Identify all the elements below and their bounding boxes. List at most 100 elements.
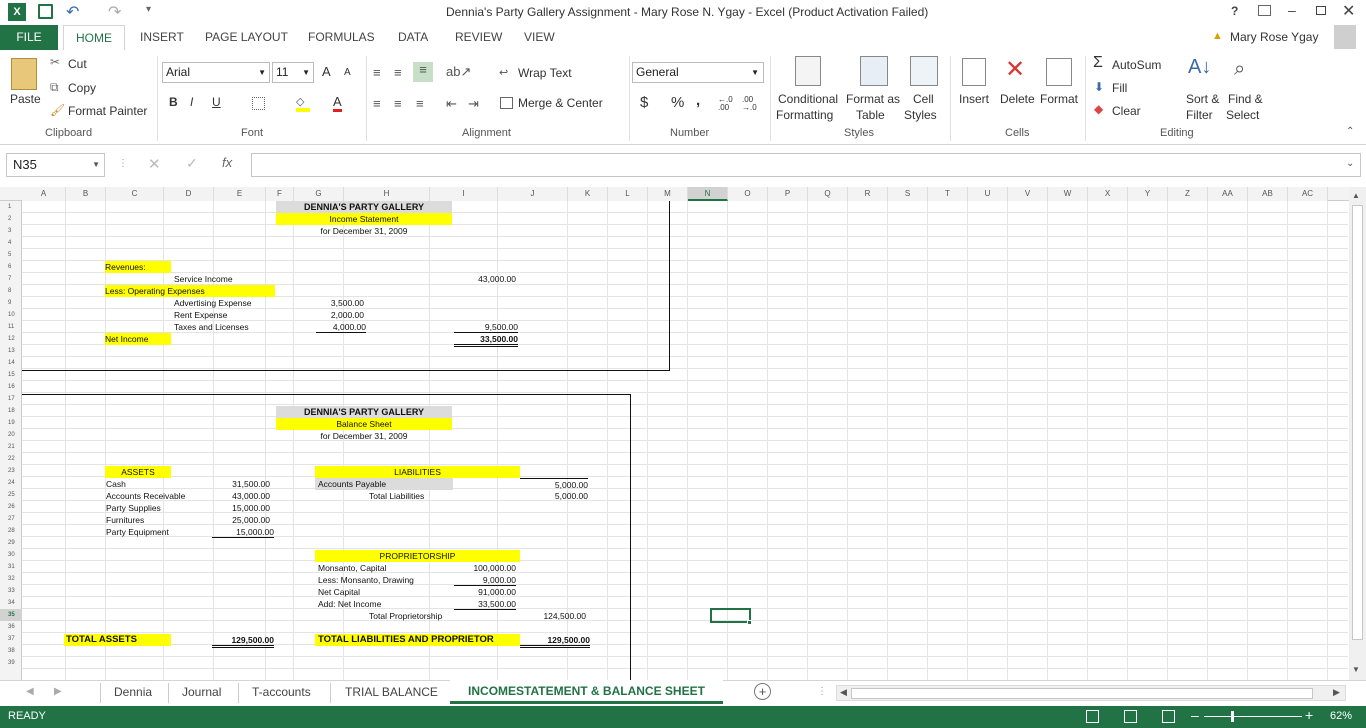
zoom-slider[interactable] bbox=[1204, 716, 1302, 717]
row-header-39[interactable]: 39 bbox=[0, 657, 22, 669]
add-net-income-label[interactable]: Add: Net Income bbox=[318, 598, 381, 610]
normal-view-icon[interactable] bbox=[1086, 710, 1099, 723]
row-header-37[interactable]: 37 bbox=[0, 633, 22, 645]
row-header-9[interactable]: 9 bbox=[0, 297, 22, 309]
income-title[interactable]: Income Statement bbox=[276, 213, 452, 225]
row-header-20[interactable]: 20 bbox=[0, 429, 22, 441]
equipment-amount[interactable]: 15,000.00 bbox=[212, 526, 274, 538]
insert-cells-button[interactable]: Insert bbox=[959, 92, 989, 106]
income-company[interactable]: DENNIA'S PARTY GALLERY bbox=[276, 201, 452, 213]
add-net-income-amount[interactable]: 33,500.00 bbox=[454, 598, 516, 610]
row-header-17[interactable]: 17 bbox=[0, 393, 22, 405]
delete-cells-icon[interactable]: ✕ bbox=[1005, 55, 1025, 84]
service-income-label[interactable]: Service Income bbox=[174, 273, 233, 285]
row-header-5[interactable]: 5 bbox=[0, 249, 22, 261]
row-header-27[interactable]: 27 bbox=[0, 513, 22, 525]
capital-label[interactable]: Monsanto, Capital bbox=[318, 562, 387, 574]
align-center-icon[interactable]: ≡ bbox=[394, 96, 402, 111]
column-header-m[interactable]: M bbox=[648, 187, 688, 201]
sheet-tab-journal[interactable]: Journal bbox=[182, 685, 221, 699]
cash-label[interactable]: Cash bbox=[106, 478, 126, 490]
comma-button[interactable]: , bbox=[696, 92, 700, 109]
percent-button[interactable]: % bbox=[671, 94, 684, 111]
horizontal-scroll-thumb[interactable] bbox=[851, 688, 1313, 699]
page-layout-view-icon[interactable] bbox=[1124, 710, 1137, 723]
merge-center-icon[interactable] bbox=[500, 97, 513, 109]
increase-decimal-button[interactable]: ←.0 .00 bbox=[718, 96, 738, 112]
redo-icon[interactable]: ↷ bbox=[108, 2, 121, 22]
number-format-select[interactable]: General ▼ bbox=[632, 62, 764, 83]
save-icon[interactable] bbox=[38, 4, 53, 19]
balance-period[interactable]: for December 31, 2009 bbox=[276, 430, 452, 442]
row-header-21[interactable]: 21 bbox=[0, 441, 22, 453]
selected-cell[interactable] bbox=[710, 608, 751, 623]
delete-cells-button[interactable]: Delete bbox=[1000, 92, 1035, 106]
column-header-f[interactable]: F bbox=[266, 187, 294, 201]
user-name[interactable]: Mary Rose Ygay bbox=[1230, 30, 1318, 44]
scroll-thumb[interactable] bbox=[1352, 205, 1363, 640]
copy-button[interactable]: Copy bbox=[68, 81, 96, 95]
total-liab-prop-amount[interactable]: 129,500.00 bbox=[520, 634, 590, 648]
scroll-right-icon[interactable]: ▶ bbox=[1333, 687, 1340, 698]
sort-filter-icon[interactable]: A↓ bbox=[1188, 56, 1211, 79]
row-header-34[interactable]: 34 bbox=[0, 597, 22, 609]
less-opex-label[interactable]: Less: Operating Expenses bbox=[105, 285, 275, 297]
new-sheet-icon[interactable]: + bbox=[754, 683, 771, 700]
column-header-c[interactable]: C bbox=[106, 187, 164, 201]
advertising-label[interactable]: Advertising Expense bbox=[174, 297, 252, 309]
grow-font-button[interactable]: A bbox=[322, 64, 331, 79]
balance-company[interactable]: DENNIA'S PARTY GALLERY bbox=[276, 406, 452, 418]
column-header-r[interactable]: R bbox=[848, 187, 888, 201]
minimize-icon[interactable]: – bbox=[1288, 2, 1296, 18]
service-income-amount[interactable]: 43,000.00 bbox=[454, 273, 516, 285]
row-header-16[interactable]: 16 bbox=[0, 381, 22, 393]
column-header-p[interactable]: P bbox=[768, 187, 808, 201]
zoom-slider-thumb[interactable] bbox=[1231, 711, 1234, 722]
cell-styles-icon[interactable] bbox=[910, 56, 938, 86]
equipment-label[interactable]: Party Equipment bbox=[106, 526, 169, 538]
format-cells-icon[interactable] bbox=[1046, 58, 1072, 86]
scroll-up-icon[interactable]: ▲ bbox=[1352, 191, 1360, 200]
font-color-button[interactable]: A bbox=[333, 94, 342, 112]
row-header-33[interactable]: 33 bbox=[0, 585, 22, 597]
customize-qat-icon[interactable]: ▾ bbox=[146, 4, 151, 15]
fill-button[interactable]: Fill bbox=[1112, 81, 1127, 95]
cut-icon[interactable]: ✂ bbox=[50, 55, 60, 69]
font-name-select[interactable]: Arial ▼ bbox=[162, 62, 270, 83]
format-as-table-button[interactable]: Format as bbox=[846, 92, 900, 106]
column-header-v[interactable]: V bbox=[1008, 187, 1048, 201]
rent-label[interactable]: Rent Expense bbox=[174, 309, 227, 321]
cancel-entry-icon[interactable]: ✕ bbox=[148, 155, 161, 173]
row-header-29[interactable]: 29 bbox=[0, 537, 22, 549]
row-header-13[interactable]: 13 bbox=[0, 345, 22, 357]
scroll-down-icon[interactable]: ▼ bbox=[1352, 665, 1360, 674]
column-header-b[interactable]: B bbox=[66, 187, 106, 201]
restore-icon[interactable] bbox=[1316, 6, 1326, 15]
row-header-3[interactable]: 3 bbox=[0, 225, 22, 237]
row-header-22[interactable]: 22 bbox=[0, 453, 22, 465]
row-header-7[interactable]: 7 bbox=[0, 273, 22, 285]
net-capital-amount[interactable]: 91,000.00 bbox=[454, 586, 516, 598]
copy-icon[interactable]: ⧉ bbox=[50, 80, 59, 95]
column-header-k[interactable]: K bbox=[568, 187, 608, 201]
user-avatar[interactable] bbox=[1334, 25, 1356, 49]
column-header-g[interactable]: G bbox=[294, 187, 344, 201]
column-header-q[interactable]: Q bbox=[808, 187, 848, 201]
align-top-icon[interactable]: ≡ bbox=[373, 65, 381, 80]
supplies-label[interactable]: Party Supplies bbox=[106, 502, 161, 514]
insert-function-icon[interactable]: fx bbox=[222, 155, 232, 170]
autosum-button[interactable]: AutoSum bbox=[1112, 58, 1161, 72]
borders-icon[interactable] bbox=[252, 97, 265, 110]
supplies-amount[interactable]: 15,000.00 bbox=[214, 502, 270, 514]
column-header-o[interactable]: O bbox=[728, 187, 768, 201]
row-header-31[interactable]: 31 bbox=[0, 561, 22, 573]
total-assets-label[interactable]: TOTAL ASSETS bbox=[64, 634, 171, 646]
column-header-x[interactable]: X bbox=[1088, 187, 1128, 201]
name-box[interactable]: N35 ▼ bbox=[6, 153, 105, 177]
drawing-amount[interactable]: 9,000.00 bbox=[454, 574, 516, 586]
format-as-table-icon[interactable] bbox=[860, 56, 888, 86]
scroll-left-icon[interactable]: ◀ bbox=[840, 687, 847, 698]
horizontal-scrollbar[interactable]: ◀ ▶ bbox=[836, 685, 1346, 701]
sheet-tab-dennia[interactable]: Dennia bbox=[114, 685, 152, 699]
conditional-formatting-button[interactable]: Conditional bbox=[778, 92, 838, 106]
